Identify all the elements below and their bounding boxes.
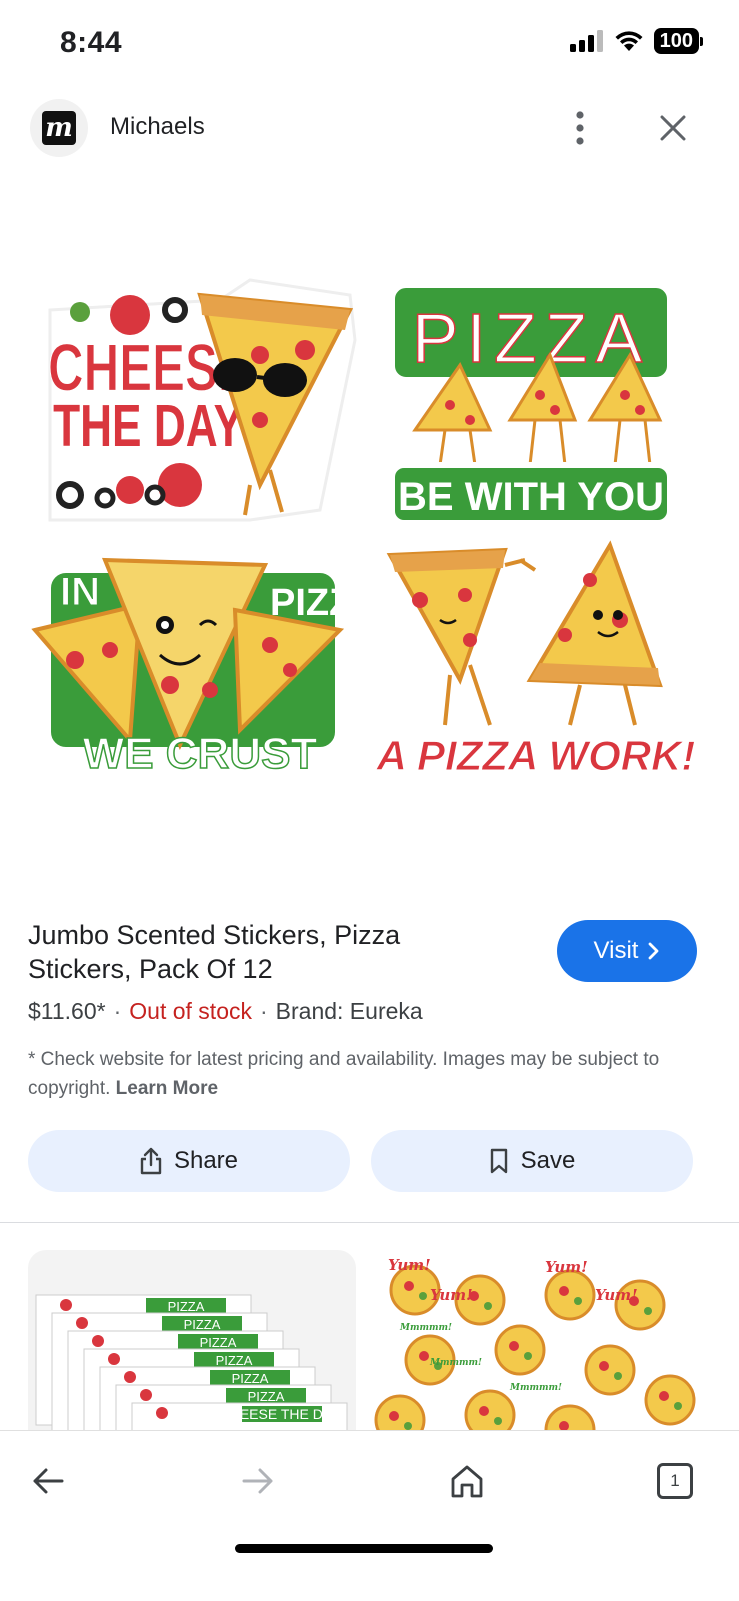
disclaimer: * Check website for latest pricing and a… bbox=[28, 1045, 708, 1103]
tab-count-icon: 1 bbox=[657, 1463, 693, 1499]
sticker-in-pizza-we-crust: IN PIZZA WE CRUST bbox=[31, 557, 380, 779]
lens-result-header: m Michaels bbox=[0, 95, 739, 165]
pizza-illustration bbox=[644, 1374, 696, 1426]
product-image[interactable]: CHEESE THE DAY! PIZZA BE WITH YOU IN PIZ… bbox=[20, 270, 700, 800]
sticker3-crust: WE CRUST bbox=[83, 729, 318, 778]
share-button[interactable]: Share bbox=[28, 1130, 350, 1192]
back-button[interactable] bbox=[18, 1451, 78, 1511]
visit-button[interactable]: Visit bbox=[557, 920, 697, 982]
arrow-forward-icon bbox=[242, 1468, 273, 1494]
yum-label: Yum! bbox=[388, 1256, 431, 1274]
sticker2-bottom: BE WITH YOU bbox=[398, 475, 664, 519]
site-name[interactable]: Michaels bbox=[110, 113, 205, 141]
tabs-button[interactable]: 1 bbox=[645, 1451, 705, 1511]
signal-icon bbox=[569, 30, 603, 52]
sticker-cheese-the-day: CHEESE THE DAY! bbox=[48, 278, 357, 522]
stock-status: Out of stock bbox=[129, 998, 252, 1024]
price-line: $11.60* · Out of stock · Brand: Eureka bbox=[28, 998, 423, 1024]
pizza-illustration bbox=[544, 1269, 596, 1321]
product-title[interactable]: Jumbo Scented Stickers, Pizza Stickers, … bbox=[28, 918, 498, 986]
sticker-a-pizza-work: A PIZZA WORK! bbox=[375, 540, 696, 780]
more-vert-icon bbox=[576, 111, 584, 145]
chevron-right-icon bbox=[649, 942, 659, 960]
close-button[interactable] bbox=[650, 105, 696, 151]
sticker3-pizza: PIZZA bbox=[270, 582, 380, 624]
pizza-illustration bbox=[494, 1324, 546, 1376]
site-logo[interactable]: m bbox=[30, 99, 88, 157]
save-label: Save bbox=[520, 1147, 576, 1174]
michaels-logo-icon: m bbox=[42, 111, 76, 145]
sticker-sheet-label: PIZZA bbox=[232, 1371, 269, 1386]
sticker-sheet-label: PIZZA bbox=[200, 1335, 237, 1350]
yum-label: Mmmmm! bbox=[399, 1323, 452, 1333]
related-result-1[interactable]: PIZZA PIZZA PIZZA PIZZA PIZZA PIZZA CHEESE THE… bbox=[28, 1250, 356, 1450]
close-icon bbox=[660, 115, 686, 141]
more-options-button[interactable] bbox=[560, 103, 600, 153]
pizza-sticker-sheets-image: PIZZA PIZZA PIZZA PIZZA PIZZA PIZZA CHEESE THE… bbox=[35, 1294, 348, 1450]
price: $11.60* bbox=[28, 998, 106, 1024]
brand: Brand: Eureka bbox=[275, 998, 423, 1024]
yum-label: Mmmmm! bbox=[509, 1383, 562, 1393]
home-indicator bbox=[235, 1544, 493, 1553]
home-button[interactable] bbox=[437, 1451, 497, 1511]
related-result-2[interactable]: Yum! Yum! Yum! Yum! Mmmmm! Mmmmm! Mmmmm! bbox=[370, 1250, 698, 1450]
share-icon bbox=[140, 1147, 162, 1175]
yum-label: Yum! bbox=[595, 1286, 638, 1304]
arrow-back-icon bbox=[33, 1468, 64, 1494]
sticker-sheet-label: PIZZA bbox=[168, 1299, 205, 1314]
bookmark-icon bbox=[490, 1148, 507, 1174]
yum-label: Yum! bbox=[430, 1286, 473, 1304]
battery-indicator: 100 bbox=[653, 28, 703, 54]
yum-label: Yum! bbox=[545, 1258, 588, 1276]
sticker-sheet-label: CHEESE THE DAY! bbox=[220, 1406, 345, 1422]
yum-label: Mmmmm! bbox=[429, 1358, 482, 1368]
status-time: 8:44 bbox=[60, 26, 123, 59]
sticker3-in: IN bbox=[60, 570, 100, 614]
sticker4-text: A PIZZA WORK! bbox=[376, 732, 696, 779]
home-icon bbox=[451, 1465, 483, 1498]
yum-pizza-stickers-image: Yum! Yum! Yum! Yum! Mmmmm! Mmmmm! Mmmmm! bbox=[374, 1256, 696, 1450]
sticker2-top: PIZZA bbox=[412, 299, 650, 377]
sticker-sheet-label: PIZZA bbox=[216, 1353, 253, 1368]
divider bbox=[0, 1222, 739, 1223]
share-label: Share bbox=[173, 1147, 239, 1174]
learn-more-link[interactable]: Learn More bbox=[116, 1078, 218, 1099]
battery-level: 100 bbox=[653, 28, 699, 54]
status-bar: 8:44 100 bbox=[0, 0, 739, 90]
browser-nav-bar: 1 bbox=[0, 1430, 739, 1601]
wifi-icon bbox=[615, 31, 643, 51]
sticker-pizza-be-with-you: PIZZA BE WITH YOU bbox=[389, 282, 673, 526]
sticker1-line2: THE DAY! bbox=[53, 392, 258, 459]
visit-label: Visit bbox=[593, 937, 639, 964]
forward-button[interactable] bbox=[228, 1451, 288, 1511]
save-button[interactable]: Save bbox=[371, 1130, 693, 1192]
pizza-illustration bbox=[584, 1344, 636, 1396]
sticker-sheet-label: PIZZA bbox=[184, 1317, 221, 1332]
status-icons: 100 bbox=[569, 28, 703, 54]
pizza-stickers-image: CHEESE THE DAY! PIZZA BE WITH YOU IN PIZ… bbox=[31, 278, 696, 780]
sticker-sheet-label: PIZZA bbox=[248, 1389, 285, 1404]
